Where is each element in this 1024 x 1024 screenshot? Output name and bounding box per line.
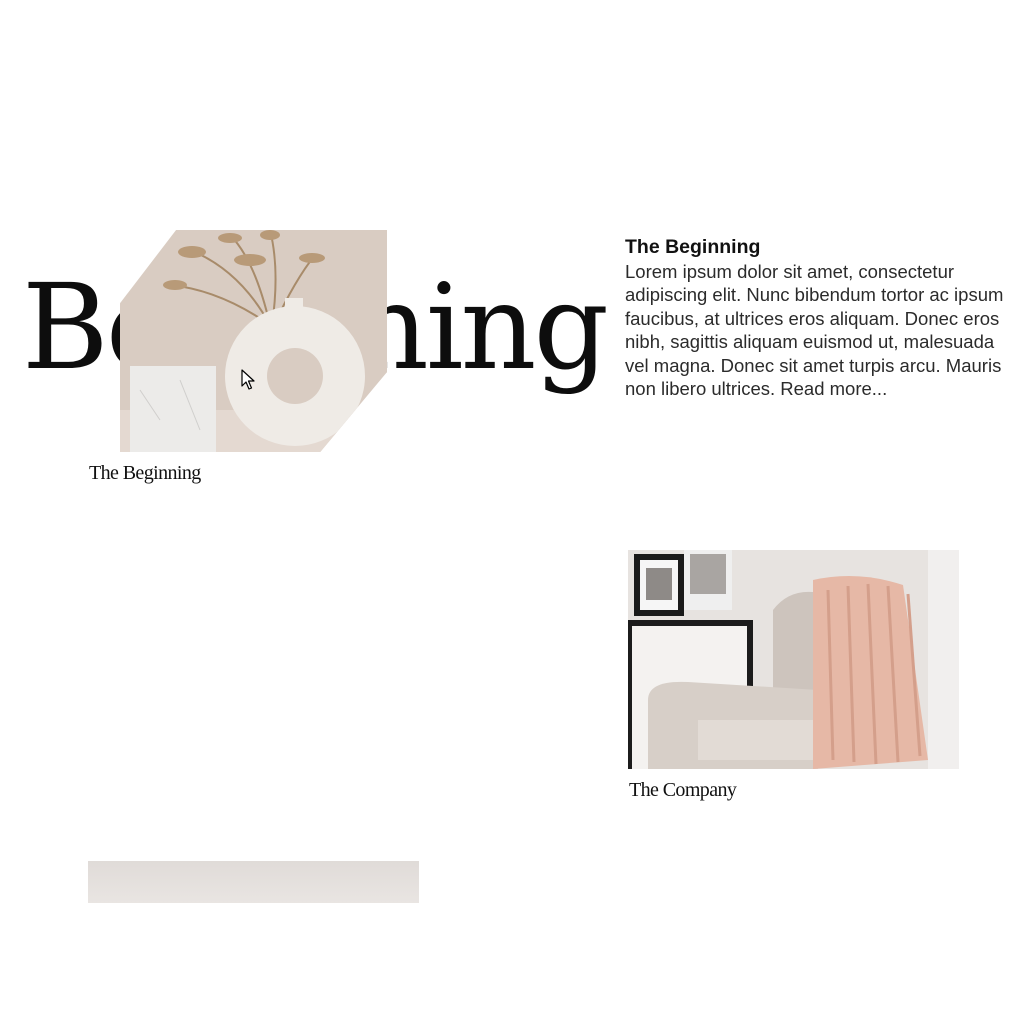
article-body: Lorem ipsum dolor sit amet, consectetur …: [625, 260, 1010, 401]
company-caption: The Company: [629, 779, 737, 801]
vase-photo[interactable]: [120, 230, 387, 452]
article-text-block: The Beginning Lorem ipsum dolor sit amet…: [625, 236, 1010, 401]
hero-caption: The Beginning: [89, 462, 201, 484]
read-more-link[interactable]: Read more...: [780, 378, 887, 399]
arrow-cursor-icon: [241, 369, 255, 390]
vase-illustration: [120, 230, 387, 452]
bottom-photo-strip[interactable]: [88, 861, 419, 903]
armchair-illustration: [628, 550, 959, 769]
article-heading: The Beginning: [625, 236, 761, 258]
armchair-photo[interactable]: [628, 550, 959, 769]
